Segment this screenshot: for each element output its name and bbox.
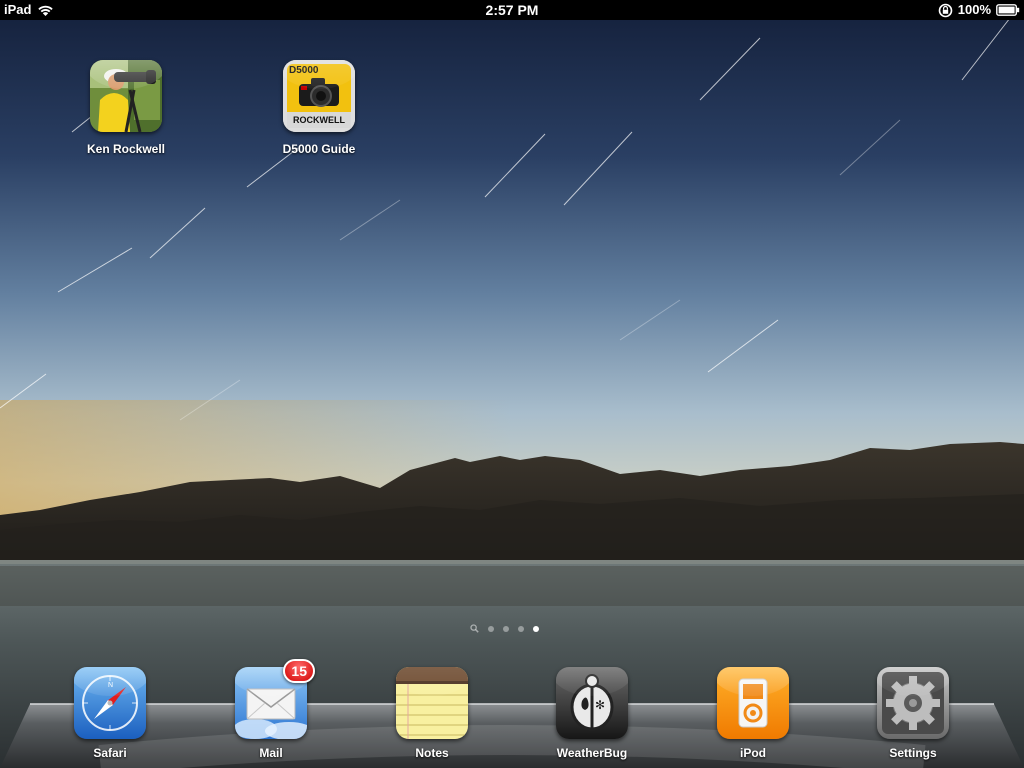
rotation-lock-icon bbox=[938, 3, 953, 17]
svg-text:N: N bbox=[108, 682, 113, 689]
unread-badge: 15 bbox=[283, 659, 315, 683]
app-label: D5000 Guide bbox=[282, 142, 356, 156]
dock-app-settings[interactable]: Settings bbox=[838, 667, 988, 760]
icon-text-bottom: ROCKWELL bbox=[293, 115, 345, 125]
dock-app-safari[interactable]: N Safari bbox=[35, 667, 185, 760]
d5000-camera-icon: D5000 ROCKWELL bbox=[283, 60, 355, 132]
dock-app-weatherbug[interactable]: ✻ WeatherBug bbox=[517, 667, 667, 760]
icon-text-top: D5000 bbox=[289, 65, 319, 76]
weatherbug-icon: ✻ bbox=[556, 667, 628, 739]
ken-rockwell-photo-icon bbox=[90, 60, 162, 132]
app-ken-rockwell[interactable]: Ken Rockwell bbox=[51, 60, 201, 156]
page-indicator[interactable] bbox=[470, 624, 539, 633]
page-dot[interactable] bbox=[503, 625, 509, 632]
app-label: iPod bbox=[740, 746, 766, 760]
settings-gear-icon bbox=[877, 667, 949, 739]
page-dot-active[interactable] bbox=[533, 625, 539, 632]
status-bar: iPad 2:57 PM 100% bbox=[0, 0, 1024, 20]
spotlight-search-icon[interactable] bbox=[470, 624, 479, 633]
clock: 2:57 PM bbox=[485, 2, 539, 18]
ipod-icon bbox=[717, 667, 789, 739]
battery-percent: 100% bbox=[957, 2, 991, 17]
notes-notepad-icon bbox=[396, 667, 468, 739]
dock-app-ipod[interactable]: iPod bbox=[678, 667, 828, 760]
app-label: Mail bbox=[259, 746, 283, 760]
page-dot[interactable] bbox=[518, 625, 524, 632]
app-d5000-guide[interactable]: D5000 ROCKWELL D5000 Guide bbox=[244, 60, 394, 156]
safari-compass-icon: N bbox=[74, 667, 146, 739]
page-dot[interactable] bbox=[488, 625, 494, 632]
app-label: Safari bbox=[93, 746, 127, 760]
app-label: Settings bbox=[889, 746, 937, 760]
app-label: WeatherBug bbox=[556, 746, 628, 760]
dock-app-notes[interactable]: Notes bbox=[357, 667, 507, 760]
app-label: Notes bbox=[415, 746, 449, 760]
dock-app-mail[interactable]: 15 Mail bbox=[196, 659, 346, 760]
svg-text:✻: ✻ bbox=[595, 698, 605, 712]
battery-icon bbox=[996, 4, 1020, 16]
app-label: Ken Rockwell bbox=[86, 142, 166, 156]
